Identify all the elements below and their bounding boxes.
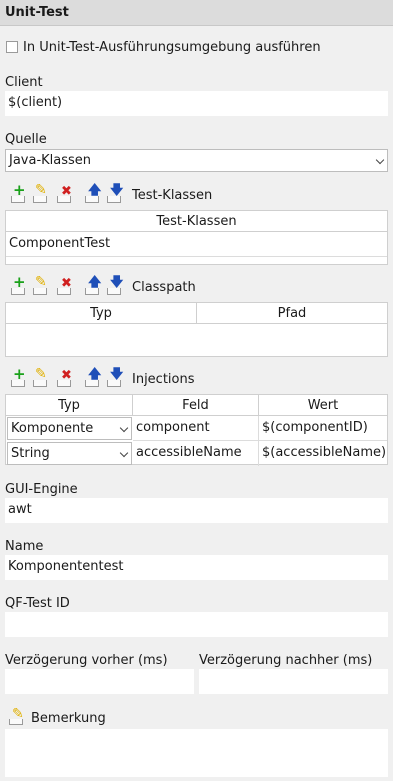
arrow-up-icon: 🡅 xyxy=(88,275,102,290)
classpath-column-pfad[interactable]: Pfad xyxy=(197,303,387,324)
pencil-icon: ✎ xyxy=(35,274,47,290)
delete-injection-button[interactable]: ✖ xyxy=(56,368,74,388)
test-klassen-toolbar: + ✎ ✖ 🡅 🡇 Test-Klassen xyxy=(6,181,386,204)
test-klassen-table: Test-Klassen ComponentTest xyxy=(5,210,388,265)
classpath-column-typ[interactable]: Typ xyxy=(6,303,197,324)
quelle-select[interactable]: Java-Klassen xyxy=(5,149,388,172)
edit-test-klasse-button[interactable]: ✎ xyxy=(32,182,50,204)
pencil-icon: ✎ xyxy=(35,366,47,382)
injections-column-typ[interactable]: Typ xyxy=(6,395,133,416)
add-injection-button[interactable]: + xyxy=(10,365,28,388)
delete-classpath-button[interactable]: ✖ xyxy=(56,276,74,296)
client-label: Client xyxy=(5,75,43,90)
delete-x-icon: ✖ xyxy=(61,184,72,199)
panel-header: Unit-Test xyxy=(0,0,393,26)
client-field[interactable]: $(client) xyxy=(5,91,388,116)
injections-column-feld[interactable]: Feld xyxy=(133,395,259,416)
quelle-selected-value: Java-Klassen xyxy=(9,153,92,168)
edit-comment-button[interactable]: ✎ xyxy=(8,706,26,726)
injections-toolbar: + ✎ ✖ 🡅 🡇 Injections xyxy=(6,365,386,388)
name-label: Name xyxy=(5,539,44,554)
injection-row-1-wert[interactable]: $(componentID) xyxy=(259,416,387,441)
plus-icon: + xyxy=(13,181,26,199)
delete-x-icon: ✖ xyxy=(61,276,72,291)
chevron-down-icon xyxy=(119,423,129,433)
delay-before-field[interactable] xyxy=(5,669,194,694)
classpath-toolbar: + ✎ ✖ 🡅 🡇 Classpath xyxy=(6,273,386,296)
move-up-classpath-button[interactable]: 🡅 xyxy=(84,275,102,296)
bemerkung-textarea[interactable] xyxy=(5,729,388,777)
add-test-klasse-button[interactable]: + xyxy=(10,181,28,204)
qftest-id-field[interactable] xyxy=(5,612,388,637)
injection-row-1-typ-value: Komponente xyxy=(11,421,94,436)
arrow-down-icon: 🡇 xyxy=(110,275,124,290)
plus-icon: + xyxy=(13,273,26,291)
injections-column-wert[interactable]: Wert xyxy=(259,395,387,416)
add-classpath-button[interactable]: + xyxy=(10,273,28,296)
injection-row-2-feld[interactable]: accessibleName xyxy=(133,441,259,466)
test-klassen-row[interactable]: ComponentTest xyxy=(6,232,387,257)
move-down-test-klasse-button[interactable]: 🡇 xyxy=(106,183,124,204)
panel-title: Unit-Test xyxy=(5,5,69,20)
delay-after-field[interactable] xyxy=(199,669,388,694)
injections-table: Typ Feld Wert Komponente component $(com… xyxy=(5,394,388,466)
arrow-up-icon: 🡅 xyxy=(88,183,102,198)
test-klassen-toolbar-label: Test-Klassen xyxy=(132,188,213,203)
name-field[interactable]: Komponententest xyxy=(5,555,388,580)
delay-after-label: Verzögerung nachher (ms) xyxy=(199,653,373,668)
move-down-classpath-button[interactable]: 🡇 xyxy=(106,275,124,296)
classpath-table: Typ Pfad xyxy=(5,302,388,357)
injection-row-1-feld[interactable]: component xyxy=(133,416,259,441)
arrow-down-icon: 🡇 xyxy=(110,183,124,198)
pencil-icon: ✎ xyxy=(12,706,24,722)
qftest-id-label: QF-Test ID xyxy=(5,596,70,611)
move-up-test-klasse-button[interactable]: 🡅 xyxy=(84,183,102,204)
pencil-icon: ✎ xyxy=(35,182,47,198)
injections-toolbar-label: Injections xyxy=(132,372,195,387)
delete-x-icon: ✖ xyxy=(61,368,72,383)
injection-row-2-typ-value: String xyxy=(11,446,50,461)
edit-injection-button[interactable]: ✎ xyxy=(32,366,50,388)
quelle-label: Quelle xyxy=(5,132,47,147)
gui-engine-label: GUI-Engine xyxy=(5,482,78,497)
chevron-down-icon xyxy=(375,155,385,165)
run-in-env-label: In Unit-Test-Ausführungsumgebung ausführ… xyxy=(23,40,321,55)
move-down-injection-button[interactable]: 🡇 xyxy=(106,367,124,388)
move-up-injection-button[interactable]: 🡅 xyxy=(84,367,102,388)
arrow-up-icon: 🡅 xyxy=(88,367,102,382)
test-klassen-column-header[interactable]: Test-Klassen xyxy=(6,211,387,232)
arrow-down-icon: 🡇 xyxy=(110,367,124,382)
injection-row-2-wert[interactable]: $(accessibleName) xyxy=(259,441,387,466)
delay-before-label: Verzögerung vorher (ms) xyxy=(5,653,168,668)
run-in-env-checkbox[interactable] xyxy=(6,41,18,53)
classpath-toolbar-label: Classpath xyxy=(132,280,196,295)
injection-row-1-typ-select[interactable]: Komponente xyxy=(7,417,132,440)
delete-test-klasse-button[interactable]: ✖ xyxy=(56,184,74,204)
gui-engine-field[interactable]: awt xyxy=(5,498,388,523)
plus-icon: + xyxy=(13,365,26,383)
chevron-down-icon xyxy=(119,448,129,458)
bemerkung-label: Bemerkung xyxy=(31,711,106,726)
edit-classpath-button[interactable]: ✎ xyxy=(32,274,50,296)
injection-row-2-typ-select[interactable]: String xyxy=(7,442,132,465)
